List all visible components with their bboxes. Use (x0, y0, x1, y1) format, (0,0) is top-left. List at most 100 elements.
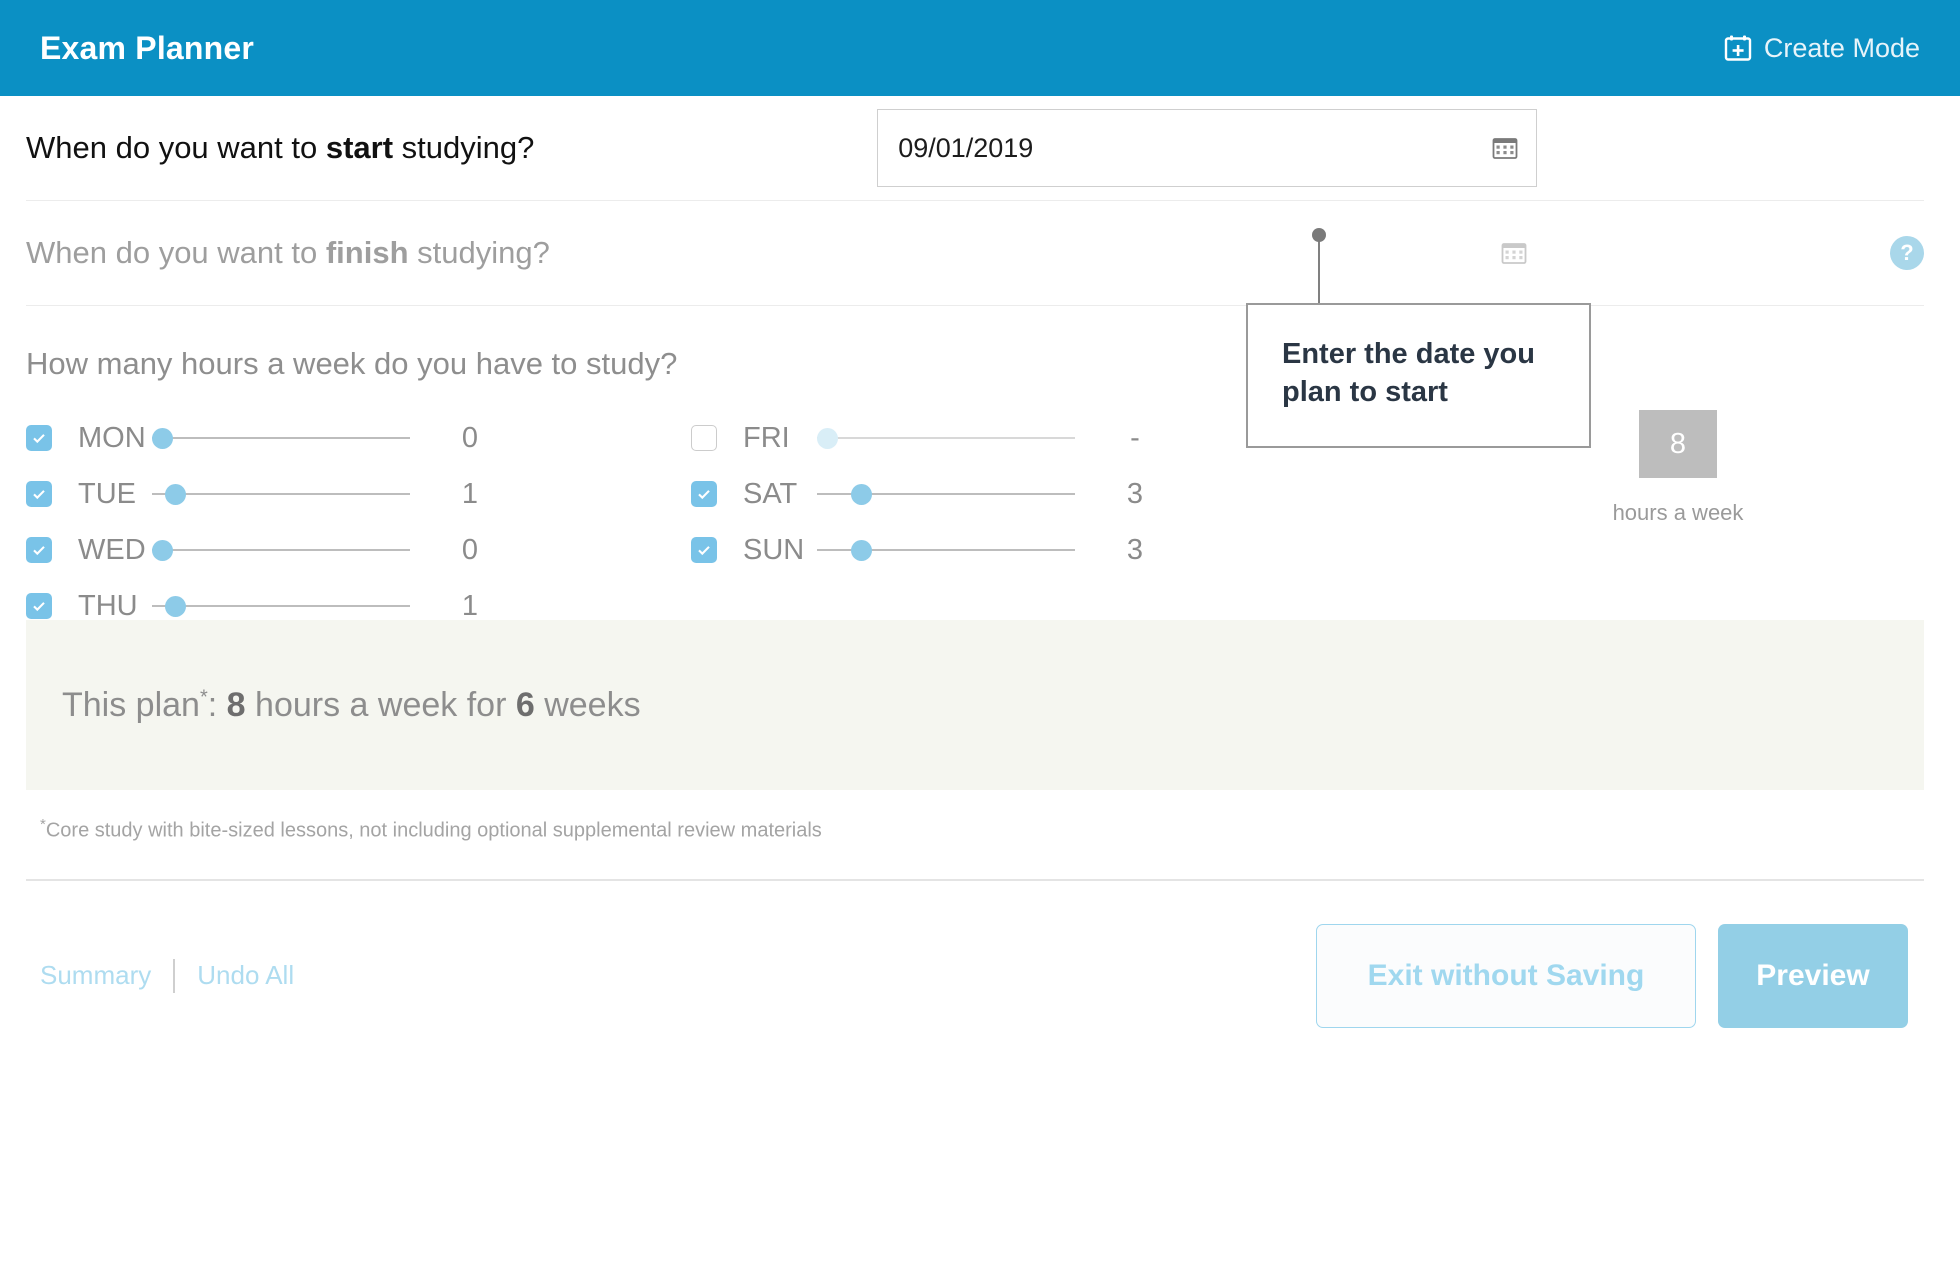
summary-link[interactable]: Summary (40, 960, 151, 991)
slider-row-fri: FRI - (691, 410, 1311, 466)
callout-connector-line (1318, 231, 1320, 311)
plan-footnote: *Core study with bite-sized lessons, not… (26, 790, 1934, 843)
checkbox-sun[interactable] (691, 537, 717, 563)
day-label-mon: MON (78, 421, 146, 454)
calendar-plus-icon (1724, 34, 1752, 62)
app-header: Exam Planner Create Mode (0, 0, 1960, 96)
slider-thumb-wed[interactable] (152, 540, 173, 561)
finish-help-wrap: ? (1880, 236, 1934, 270)
total-hours-widget: 8 hours a week (1588, 410, 1768, 526)
app-title: Exam Planner (40, 29, 255, 66)
checkbox-fri[interactable] (691, 425, 717, 451)
finish-label-suffix: studying? (408, 235, 550, 270)
slider-fri[interactable] (817, 425, 1075, 451)
slider-thumb-sun[interactable] (851, 540, 872, 561)
slider-value-mon: 0 (461, 421, 479, 454)
plan-colon: : (207, 685, 227, 724)
slider-track-tue (152, 493, 410, 495)
plan-weeks: 6 (515, 685, 535, 724)
slider-track-fri (817, 437, 1075, 439)
start-date-value: 09/01/2019 (898, 132, 1034, 163)
slider-row-sat: SAT 3 (691, 466, 1311, 522)
preview-button[interactable]: Preview (1718, 923, 1908, 1028)
link-separator (173, 958, 176, 993)
footnote-text: Core study with bite-sized lessons, not … (45, 819, 822, 842)
slider-thumb-tue[interactable] (165, 484, 186, 505)
undo-all-link[interactable]: Undo All (197, 960, 294, 991)
plan-asterisk: * (199, 686, 208, 709)
create-mode-label: Create Mode (1763, 32, 1920, 63)
finish-label-prefix: When do you want to (26, 235, 326, 270)
callout-line-2: plan to start (1282, 376, 1448, 409)
plan-hours: 8 (226, 685, 246, 724)
calendar-icon-disabled (1501, 240, 1527, 266)
footer-links: Summary Undo All (40, 958, 294, 993)
slider-row-sun: SUN 3 (691, 522, 1311, 578)
slider-sun[interactable] (817, 537, 1075, 563)
slider-value-thu: 1 (461, 589, 479, 622)
day-label-thu: THU (78, 589, 138, 622)
day-label-sun: SUN (743, 533, 805, 566)
slider-track-thu (152, 605, 410, 607)
slider-row-thu: THU 1 (26, 578, 691, 634)
finish-date-input[interactable] (884, 214, 1545, 292)
slider-sat[interactable] (817, 481, 1075, 507)
plan-prefix: This plan (62, 685, 200, 724)
slider-track-wed (152, 549, 410, 551)
start-label-emphasis: start (325, 130, 394, 165)
slider-value-sat: 3 (1126, 477, 1144, 510)
checkbox-sat[interactable] (691, 481, 717, 507)
slider-track-mon (152, 437, 410, 439)
slider-tue[interactable] (152, 481, 410, 507)
finish-question-label: When do you want to finish studying? (26, 235, 550, 271)
create-mode-button[interactable]: Create Mode (1724, 33, 1920, 64)
plan-summary-banner: This plan*: 8 hours a week for 6 weeks (26, 620, 1924, 790)
slider-thu[interactable] (152, 593, 410, 619)
slider-value-tue: 1 (461, 477, 479, 510)
slider-thumb-sat[interactable] (851, 484, 872, 505)
day-label-fri: FRI (743, 421, 790, 454)
exit-without-saving-button[interactable]: Exit without Saving (1316, 923, 1696, 1028)
start-date-row: When do you want to start studying? 09/0… (26, 96, 1934, 200)
slider-row-tue: TUE 1 (26, 466, 691, 522)
slider-row-mon: MON 0 (26, 410, 691, 466)
slider-value-fri: - (1130, 421, 1140, 454)
checkbox-thu[interactable] (26, 593, 52, 619)
callout-anchor-dot (1312, 228, 1326, 242)
checkbox-wed[interactable] (26, 537, 52, 563)
callout-line-1: Enter the date you (1282, 338, 1535, 370)
plan-mid: hours a week for (245, 685, 516, 724)
finish-label-emphasis: finish (325, 235, 409, 270)
start-label-prefix: When do you want to (26, 130, 326, 165)
slider-column-left: MON 0 TUE 1 WED 0 THU 1 (26, 410, 691, 634)
slider-wed[interactable] (152, 537, 410, 563)
checkbox-tue[interactable] (26, 481, 52, 507)
slider-mon[interactable] (152, 425, 410, 451)
day-label-tue: TUE (78, 477, 136, 510)
slider-columns: MON 0 TUE 1 WED 0 THU 1 FRI - SAT 3 SUN … (26, 410, 1311, 634)
day-label-sat: SAT (743, 477, 798, 510)
start-date-input[interactable]: 09/01/2019 (877, 109, 1538, 187)
checkbox-mon[interactable] (26, 425, 52, 451)
finish-date-row: When do you want to finish studying? ? (26, 201, 1934, 305)
slider-row-wed: WED 0 (26, 522, 691, 578)
start-question-label: When do you want to start studying? (26, 130, 534, 166)
slider-column-right: FRI - SAT 3 SUN 3 (691, 410, 1311, 634)
page-footer: Summary Undo All Exit without Saving Pre… (26, 881, 1934, 1071)
footer-actions: Exit without Saving Preview (1316, 923, 1934, 1028)
slider-thumb-fri[interactable] (817, 428, 838, 449)
calendar-icon[interactable] (1492, 135, 1518, 161)
start-label-suffix: studying? (393, 130, 535, 165)
total-hours-label: hours a week (1612, 500, 1744, 525)
slider-value-sun: 3 (1126, 533, 1144, 566)
slider-thumb-mon[interactable] (152, 428, 173, 449)
day-label-wed: WED (78, 533, 146, 566)
slider-thumb-thu[interactable] (165, 596, 186, 617)
start-date-tooltip: Enter the date you plan to start (1246, 303, 1591, 448)
plan-suffix: weeks (534, 685, 641, 724)
slider-value-wed: 0 (461, 533, 479, 566)
page-body: When do you want to start studying? 09/0… (0, 96, 1960, 1270)
total-hours-badge: 8 (1639, 410, 1717, 478)
hours-heading: How many hours a week do you have to stu… (26, 346, 678, 381)
help-question-icon[interactable]: ? (1890, 236, 1924, 270)
